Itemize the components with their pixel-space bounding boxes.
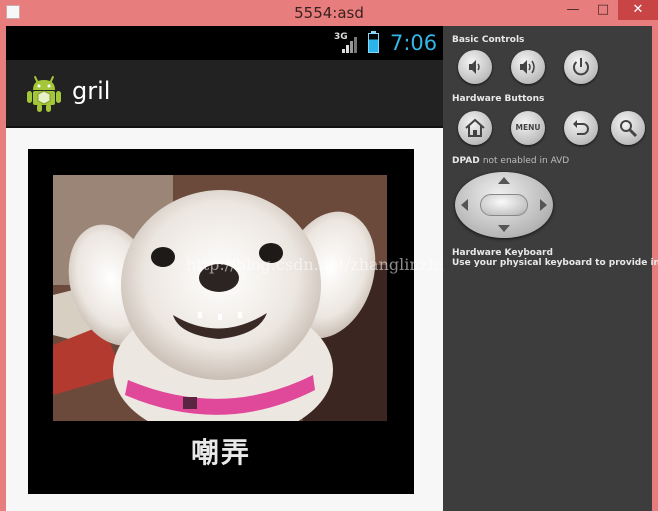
hardware-buttons-label: Hardware Buttons <box>452 94 545 104</box>
dpad-up-icon[interactable] <box>498 177 510 184</box>
dpad-center-button[interactable] <box>480 194 528 216</box>
action-bar: gril <box>6 60 443 128</box>
dpad[interactable] <box>455 172 553 238</box>
signal-strength-icon <box>342 37 357 53</box>
emulator-control-panel: Basic Controls Hardware Buttons MENU DPA… <box>443 26 658 511</box>
status-bar: 3G 7:06 <box>6 26 443 60</box>
window-titlebar[interactable]: 5554:asd — □ ✕ <box>0 0 658 26</box>
dpad-label: DPAD not enabled in AVD <box>452 156 569 166</box>
back-button[interactable] <box>564 111 598 145</box>
keyboard-hint: Use your physical keyboard to provide in… <box>452 258 658 268</box>
dpad-down-icon[interactable] <box>498 225 510 232</box>
minimize-button[interactable]: — <box>558 0 588 20</box>
home-icon <box>465 118 485 137</box>
close-button[interactable]: ✕ <box>618 0 658 20</box>
power-button[interactable] <box>564 50 598 84</box>
home-button[interactable] <box>458 111 492 145</box>
emulator-client-area: 3G 7:06 gril 嘲弄 Basic Controls Hardware … <box>6 26 658 511</box>
power-icon <box>573 58 589 76</box>
android-robot-icon <box>27 75 61 112</box>
dpad-left-icon[interactable] <box>461 199 468 211</box>
menu-button[interactable]: MENU <box>511 111 545 145</box>
app-title: gril <box>72 77 111 105</box>
status-clock: 7:06 <box>390 31 438 55</box>
image-caption: 嘲弄 <box>190 436 251 469</box>
dpad-status: not enabled in AVD <box>482 156 570 166</box>
search-icon <box>620 120 638 138</box>
hardware-keyboard-label: Hardware Keyboard <box>452 248 553 258</box>
volume-down-icon <box>469 60 480 74</box>
back-icon <box>573 120 589 135</box>
basic-controls-label: Basic Controls <box>452 35 525 45</box>
volume-up-button[interactable] <box>511 50 545 84</box>
volume-down-button[interactable] <box>458 50 492 84</box>
search-button[interactable] <box>611 111 645 145</box>
maximize-button[interactable]: □ <box>588 0 618 20</box>
dpad-right-icon[interactable] <box>540 199 547 211</box>
content-area: 嘲弄 <box>6 128 443 511</box>
volume-up-icon <box>520 60 535 74</box>
device-screen[interactable]: 3G 7:06 gril 嘲弄 <box>6 26 443 511</box>
menu-button-label: MENU <box>515 123 541 132</box>
image-card[interactable]: 嘲弄 <box>28 149 414 494</box>
battery-icon <box>368 31 379 53</box>
dog-photo <box>53 175 387 421</box>
dpad-label-text: DPAD <box>452 156 480 166</box>
